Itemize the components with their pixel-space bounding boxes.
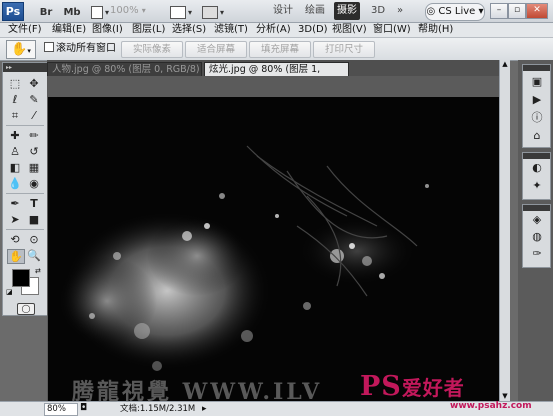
menu-image[interactable]: 图像(I) [92, 23, 123, 37]
arrange-documents-icon[interactable]: ▾ [168, 3, 194, 21]
bridge-icon[interactable]: Br [34, 3, 58, 21]
cs-live-icon: ◎ [426, 6, 439, 17]
scroll-all-windows-checkbox[interactable]: 滚动所有窗口 [44, 42, 116, 56]
scroll-down-icon[interactable]: ▼ [500, 392, 510, 401]
panel-group-header[interactable] [523, 205, 550, 211]
view-extras-icon[interactable]: ▾ [90, 3, 110, 21]
tool-presets-icon[interactable]: ⌂ [529, 129, 545, 143]
clone-stamp-icon[interactable]: ♙ [7, 145, 23, 158]
menu-filter[interactable]: 滤镜(T) [214, 23, 248, 37]
toolbox-divider [6, 229, 44, 230]
panel-group-header[interactable] [523, 65, 550, 71]
doc-tab-1[interactable]: 人物.jpg @ 80% (图层 0, RGB/8) * × [47, 62, 202, 89]
adjustments-icon[interactable]: ◐ [529, 161, 545, 175]
doc-tab-2[interactable]: 炫光.jpg @ 80% (图层 1, RGB/8) * × [204, 62, 349, 89]
workspace-overflow[interactable]: » [393, 2, 407, 20]
zoom-level[interactable]: 100% ▾ [110, 3, 158, 19]
path-select-icon[interactable]: ➤ [7, 213, 23, 226]
toolbox-divider [6, 193, 44, 194]
menu-window[interactable]: 窗口(W) [373, 23, 411, 37]
actual-pixels-button[interactable]: 实际像素 [121, 41, 183, 58]
brush-icon[interactable]: ✏ [26, 129, 42, 142]
options-bar: ✋▾ 滚动所有窗口 实际像素 适合屏幕 填充屏幕 打印尺寸 [0, 38, 553, 61]
pen-icon[interactable]: ✒ [7, 197, 23, 210]
hand-tool-icon[interactable]: ✋ [7, 249, 25, 264]
screen-mode-icon[interactable]: ▾ [200, 3, 226, 21]
crop-icon[interactable]: ⌗ [7, 109, 23, 122]
menu-select[interactable]: 选择(S) [172, 23, 206, 37]
actions-icon[interactable]: ▶ [529, 93, 545, 107]
foreground-color-swatch[interactable] [12, 269, 30, 287]
panel-group-header[interactable] [523, 153, 550, 159]
paths-icon[interactable]: ✑ [529, 247, 545, 261]
shape-icon[interactable]: ■ [26, 213, 42, 226]
watermark-logo: PS爱好者 [360, 371, 465, 402]
gradient-icon[interactable]: ▦ [26, 161, 42, 174]
panel-group-2: ◐ ✦ [522, 152, 551, 200]
menu-help[interactable]: 帮助(H) [418, 23, 453, 37]
quick-mask-icon[interactable]: ◯ [17, 303, 35, 315]
mini-bridge-icon[interactable]: Mb [60, 3, 84, 21]
3d-orbit-icon[interactable]: ⊙ [26, 233, 42, 246]
menu-view[interactable]: 视图(V) [332, 23, 367, 37]
marquee-icon[interactable]: ⬚ [7, 77, 23, 90]
eraser-icon[interactable]: ◧ [7, 161, 23, 174]
zoom-tool-icon[interactable]: 🔍 [26, 249, 42, 262]
eyedropper-icon[interactable]: ⁄ [26, 109, 42, 122]
move-icon[interactable]: ✥ [26, 77, 42, 90]
fit-screen-button[interactable]: 适合屏幕 [185, 41, 247, 58]
cs-live-button[interactable]: ◎ CS Live ▾ [425, 3, 485, 21]
document-tab-bar: 人物.jpg @ 80% (图层 0, RGB/8) * × 炫光.jpg @ … [47, 60, 499, 89]
hand-icon: ✋ [11, 42, 28, 57]
type-icon[interactable]: T [26, 197, 42, 210]
history-brush-icon[interactable]: ↺ [26, 145, 42, 158]
default-colors-icon[interactable]: ◪ [6, 288, 13, 296]
minimize-button[interactable]: – [490, 3, 508, 19]
toolbox: ▸▸ ⬚ ✥ ℓ ✎ ⌗ ⁄ ✚ ✏ ♙ ↺ ◧ ▦ 💧 ◉ ✒ T ➤ ■ ⟲… [2, 62, 48, 316]
3d-rotate-icon[interactable]: ⟲ [7, 233, 23, 246]
panel-group-3: ◈ ◍ ✑ [522, 204, 551, 268]
swap-colors-icon[interactable]: ⇄ [35, 267, 41, 275]
quick-select-icon[interactable]: ✎ [26, 93, 42, 106]
menu-analysis[interactable]: 分析(A) [256, 23, 291, 37]
watermark-site: www.psahz.com [450, 401, 532, 411]
menu-edit[interactable]: 编辑(E) [52, 23, 86, 37]
panel-group-1: ▣ ▶ ⓘ ⌂ [522, 64, 551, 148]
menu-3d[interactable]: 3D(D) [298, 23, 328, 37]
toolbox-header[interactable]: ▸▸ [3, 63, 47, 72]
workspace-3d[interactable]: 3D [367, 2, 389, 20]
workspace-photography[interactable]: 摄影 [334, 2, 360, 20]
close-button[interactable]: ✕ [526, 3, 548, 19]
menu-file[interactable]: 文件(F) [8, 23, 42, 37]
blur-icon[interactable]: 💧 [7, 177, 23, 190]
healing-brush-icon[interactable]: ✚ [7, 129, 23, 142]
toolbox-divider [6, 125, 44, 126]
channels-icon[interactable]: ◍ [529, 230, 545, 244]
canvas-area[interactable] [47, 76, 499, 401]
photoshop-logo: Ps [2, 2, 24, 21]
tool-preset-picker[interactable]: ✋▾ [6, 40, 36, 59]
document-canvas[interactable] [47, 76, 499, 401]
lasso-icon[interactable]: ℓ [7, 93, 23, 106]
panel-dock: ▣ ▶ ⓘ ⌂ ◐ ✦ ◈ ◍ ✑ [518, 60, 553, 401]
restore-button[interactable]: ▫ [508, 3, 526, 19]
dodge-icon[interactable]: ◉ [26, 177, 42, 190]
overlay-watermark: 腾龍視覺 WWW.ILV [72, 379, 323, 405]
info-icon[interactable]: ⓘ [529, 111, 545, 125]
workspace-painting[interactable]: 绘画 [302, 2, 328, 20]
fill-screen-button[interactable]: 填充屏幕 [249, 41, 311, 58]
checkbox-icon [44, 42, 54, 52]
masks-icon[interactable]: ✦ [529, 179, 545, 193]
menu-layer[interactable]: 图层(L) [132, 23, 165, 37]
menu-bar: 文件(F) 编辑(E) 图像(I) 图层(L) 选择(S) 滤镜(T) 分析(A… [0, 23, 553, 38]
scroll-up-icon[interactable]: ▲ [500, 60, 510, 69]
navigator-icon[interactable]: ▣ [529, 75, 545, 89]
application-bar: Ps Br Mb ▾ 100% ▾ ▾ ▾ 设计 绘画 摄影 3D » ◎ CS… [0, 0, 553, 23]
vertical-scrollbar[interactable]: ▲ ▼ [499, 60, 510, 401]
layers-icon[interactable]: ◈ [529, 213, 545, 227]
workspace-design[interactable]: 设计 [270, 2, 296, 20]
print-size-button[interactable]: 打印尺寸 [313, 41, 375, 58]
